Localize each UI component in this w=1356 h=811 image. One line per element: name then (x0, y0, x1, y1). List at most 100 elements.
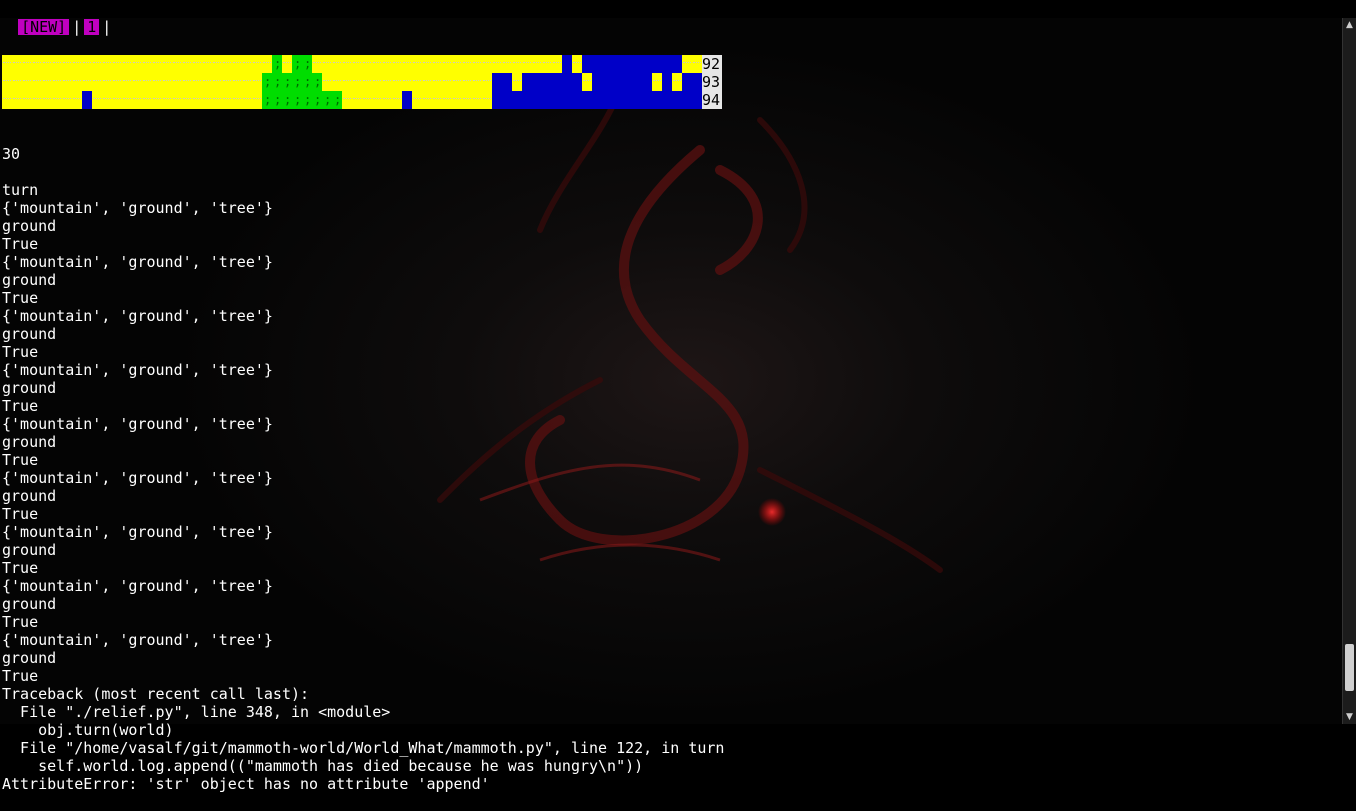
map-cell (392, 91, 402, 109)
map-cell (52, 91, 62, 109)
arrow-down-icon[interactable]: ▼ (1343, 710, 1356, 724)
map-cell (262, 55, 272, 73)
map-cell (72, 55, 82, 73)
map-cell (112, 73, 122, 91)
map-cell (512, 55, 522, 73)
map-cell (692, 55, 702, 73)
arrow-up-icon[interactable]: ▲ (1343, 18, 1356, 32)
map-cell (92, 73, 102, 91)
scrollbar[interactable]: ▲ ▼ (1342, 18, 1356, 724)
map-cell (2, 91, 12, 109)
map-cell (552, 73, 562, 91)
map-cell (242, 55, 252, 73)
map-cell (432, 55, 442, 73)
map-cell (92, 91, 102, 109)
map-cell (202, 91, 212, 109)
map-cell (262, 91, 272, 109)
output-line: ground (2, 325, 57, 343)
map-cell (142, 91, 152, 109)
output-line: True (2, 235, 39, 253)
map-cell (582, 55, 592, 73)
map-cell (82, 73, 92, 91)
map-cell (182, 55, 192, 73)
output-line: ground (2, 271, 57, 289)
map-cell (612, 91, 622, 109)
map-cell (622, 55, 632, 73)
map-cell (542, 91, 552, 109)
map-cell (192, 91, 202, 109)
output-line: ground (2, 217, 57, 235)
map-cell (392, 55, 402, 73)
map-cell (172, 55, 182, 73)
map-cell (252, 55, 262, 73)
map-cell (62, 91, 72, 109)
output-line: {'mountain', 'ground', 'tree'} (2, 361, 273, 379)
map-cell (382, 73, 392, 91)
map-cell (262, 73, 272, 91)
map-cell (682, 73, 692, 91)
map-cell (692, 73, 702, 91)
map-cell (152, 91, 162, 109)
map-row-number: 94 (702, 91, 722, 109)
map-cell (452, 55, 462, 73)
map-row: 92 (2, 55, 1340, 73)
map-cell (192, 73, 202, 91)
map-cell (132, 73, 142, 91)
map-cell (192, 55, 202, 73)
map-cell (412, 55, 422, 73)
map-cell (592, 91, 602, 109)
map-cell (592, 73, 602, 91)
map-cell (522, 73, 532, 91)
scrollbar-thumb[interactable] (1345, 643, 1354, 692)
map-cell (502, 91, 512, 109)
map-cell (232, 73, 242, 91)
map-cell (272, 91, 282, 109)
map-cell (672, 91, 682, 109)
terminal-output[interactable]: 929394 30turn{'mountain', 'ground', 'tre… (2, 19, 1340, 793)
map-cell (462, 73, 472, 91)
output-line: True (2, 397, 39, 415)
map-cell (102, 55, 112, 73)
map-cell (212, 91, 222, 109)
map-cell (692, 91, 702, 109)
map-cell (552, 55, 562, 73)
map-cell (92, 55, 102, 73)
map-cell (12, 55, 22, 73)
map-cell (572, 73, 582, 91)
output-line: True (2, 343, 39, 361)
map-cell (492, 73, 502, 91)
map-cell (442, 91, 452, 109)
map-cell (652, 55, 662, 73)
map-cell (222, 55, 232, 73)
tab-new[interactable]: [NEW] (18, 19, 70, 35)
map-cell (72, 73, 82, 91)
map-cell (402, 73, 412, 91)
map-cell (602, 91, 612, 109)
world-map: 929394 (2, 55, 1340, 109)
tab-1[interactable]: 1 (84, 19, 100, 35)
output-line: File "/home/vasalf/git/mammoth-world/Wor… (2, 739, 725, 757)
output-line: {'mountain', 'ground', 'tree'} (2, 523, 273, 541)
map-cell (182, 73, 192, 91)
map-cell (62, 73, 72, 91)
map-cell (172, 91, 182, 109)
map-cell (142, 55, 152, 73)
map-cell (2, 55, 12, 73)
map-cell (412, 73, 422, 91)
map-cell (542, 55, 552, 73)
output-line: {'mountain', 'ground', 'tree'} (2, 469, 273, 487)
map-cell (362, 91, 372, 109)
map-cell (562, 91, 572, 109)
output-line: ground (2, 595, 57, 613)
map-cell (292, 91, 302, 109)
map-cell (502, 73, 512, 91)
map-cell (272, 55, 282, 73)
output-line: ground (2, 541, 57, 559)
output-line: self.world.log.append(("mammoth has died… (2, 757, 644, 775)
map-cell (182, 91, 192, 109)
map-cell (282, 73, 292, 91)
map-cell (532, 55, 542, 73)
map-cell (422, 73, 432, 91)
map-cell (342, 55, 352, 73)
map-cell (652, 91, 662, 109)
